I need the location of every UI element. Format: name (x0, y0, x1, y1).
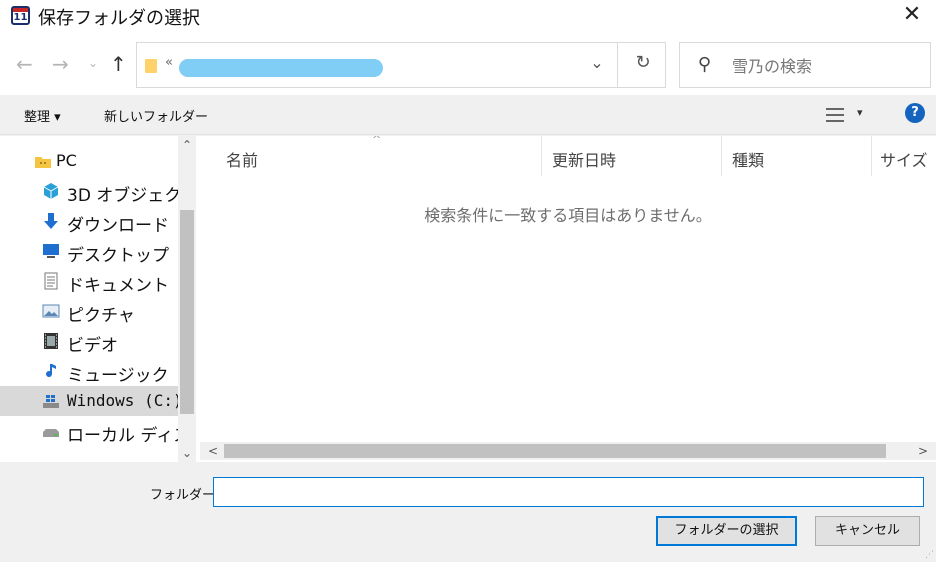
empty-state-message: 検索条件に一致する項目はありません。 (424, 206, 712, 225)
forward-arrow-icon[interactable]: → (52, 52, 69, 76)
3d-objects-icon (43, 183, 59, 199)
app-icon: 11 (11, 6, 30, 25)
command-bar: 整理 ▾ 新しいフォルダー ▾ ? (0, 95, 936, 135)
column-label: 種類 (732, 151, 765, 170)
picture-icon (42, 304, 60, 318)
view-options-chevron-icon[interactable]: ▾ (857, 106, 863, 119)
cancel-button[interactable]: キャンセル (815, 516, 920, 546)
breadcrumb-overflow-icon[interactable]: « (165, 55, 173, 70)
resize-grip-icon[interactable]: ⋰ (925, 551, 934, 560)
video-icon (44, 333, 58, 349)
sidebar-scrollbar[interactable]: ⌃ ⌄ (178, 136, 196, 462)
divider (617, 43, 618, 87)
sidebar-item-music[interactable]: ミュージック (0, 356, 178, 386)
music-note-icon (46, 364, 56, 378)
address-bar[interactable]: « ⌄ ↻ (136, 42, 666, 88)
scroll-up-icon[interactable]: ⌃ (178, 136, 196, 154)
folder-field[interactable] (213, 477, 924, 507)
desktop-icon (43, 244, 59, 258)
document-icon (44, 272, 58, 290)
up-arrow-icon[interactable]: ↑ (110, 52, 127, 76)
redacted-path (179, 59, 383, 77)
windows-drive-icon (43, 395, 59, 408)
scrollbar-thumb[interactable] (180, 210, 194, 414)
sidebar-item-label: ダウンロード (67, 216, 169, 236)
sidebar-item-label: 3D オブジェクト (67, 186, 178, 206)
navigation-bar: ← → ⌄ ↑ « ⌄ ↻ ⚲ (0, 30, 936, 95)
sort-ascending-icon: ^ (372, 136, 382, 146)
sidebar-item-label: デスクトップ (67, 246, 169, 266)
scroll-down-icon[interactable]: ⌄ (178, 444, 196, 462)
horizontal-scrollbar[interactable]: < > (200, 442, 936, 460)
folder-field-label: フォルダー: (150, 488, 220, 503)
back-arrow-icon[interactable]: ← (16, 52, 33, 76)
dialog-footer: フォルダー: フォルダーの選択 キャンセル ⋰ (0, 462, 936, 562)
organize-button[interactable]: 整理 ▾ (24, 106, 61, 125)
navigation-pane: PC 3D オブジェクト ダウンロード デスクトップ ドキュメント ピクチャ ビ… (0, 136, 200, 462)
sidebar-item-label: ローカル ディスク (67, 426, 178, 446)
sidebar-item-pictures[interactable]: ピクチャ (0, 296, 178, 326)
help-icon[interactable]: ? (905, 103, 925, 123)
sidebar-item-documents[interactable]: ドキュメント (0, 266, 178, 296)
window-title: 保存フォルダの選択 (38, 8, 200, 29)
column-label: 名前 (226, 151, 259, 170)
local-disk-icon (43, 429, 59, 437)
new-folder-button[interactable]: 新しいフォルダー (104, 106, 208, 125)
sidebar-item-windows-c[interactable]: Windows (C:) (0, 386, 178, 416)
scrollbar-thumb[interactable] (224, 444, 886, 458)
sidebar-item-label: ドキュメント (67, 276, 169, 296)
search-input[interactable] (732, 55, 922, 77)
sidebar-item-label: ミュージック (67, 366, 169, 386)
download-arrow-icon (44, 213, 58, 229)
search-box[interactable]: ⚲ (679, 42, 931, 88)
view-details-icon[interactable] (826, 107, 846, 123)
title-bar: 11 保存フォルダの選択 ✕ (0, 0, 936, 30)
column-header-size[interactable]: サイズ (872, 136, 936, 176)
scroll-left-icon[interactable]: < (204, 442, 222, 460)
sidebar-item-3d-objects[interactable]: 3D オブジェクト (0, 176, 178, 206)
pc-folder-icon (35, 157, 51, 168)
sidebar-item-videos[interactable]: ビデオ (0, 326, 178, 356)
column-header-name[interactable]: ^ 名前 (200, 136, 542, 176)
column-label: 更新日時 (552, 151, 617, 170)
folder-icon (145, 59, 157, 73)
sidebar-item-local-disk[interactable]: ローカル ディスク (0, 416, 178, 446)
column-header-type[interactable]: 種類 (722, 136, 872, 176)
column-header-date-modified[interactable]: 更新日時 (542, 136, 722, 176)
sidebar-item-downloads[interactable]: ダウンロード (0, 206, 178, 236)
address-dropdown-icon[interactable]: ⌄ (583, 53, 611, 77)
column-label: サイズ (880, 151, 928, 170)
sidebar-item-pc[interactable]: PC (0, 146, 178, 176)
sidebar-item-label: ビデオ (67, 336, 118, 356)
sidebar-item-label: PC (56, 151, 77, 170)
close-button[interactable]: ✕ (898, 1, 926, 29)
sidebar-item-desktop[interactable]: デスクトップ (0, 236, 178, 266)
scroll-right-icon[interactable]: > (914, 442, 932, 460)
select-folder-button[interactable]: フォルダーの選択 (656, 516, 797, 546)
sidebar-item-label: Windows (C:) (67, 391, 178, 410)
file-list: ^ 名前 更新日時 種類 サイズ 検索条件に一致する項目はありません。 < > (200, 136, 936, 462)
search-icon: ⚲ (698, 54, 712, 75)
refresh-icon[interactable]: ↻ (627, 52, 659, 78)
sidebar-item-label: ピクチャ (67, 306, 135, 326)
recent-locations-chevron-icon[interactable]: ⌄ (88, 56, 98, 70)
